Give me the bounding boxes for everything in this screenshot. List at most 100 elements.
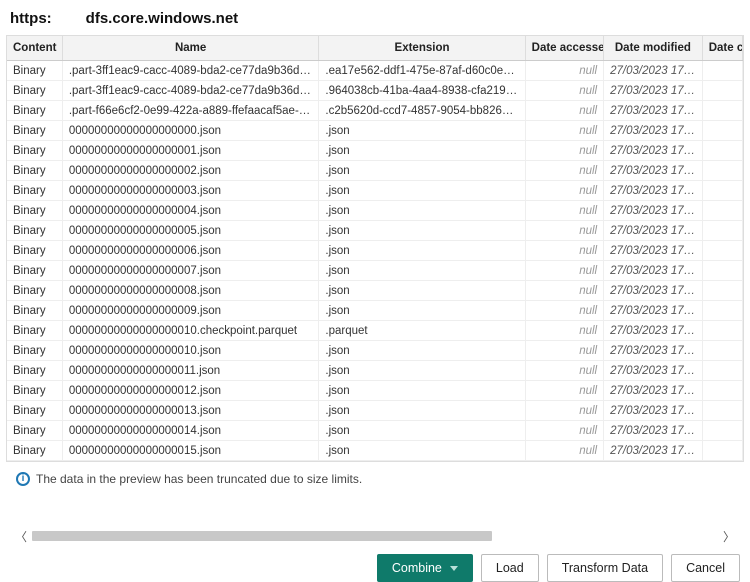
footer-buttons: Combine Load Transform Data Cancel — [6, 544, 744, 582]
cell-content: Binary — [7, 361, 62, 381]
scroll-left-button[interactable]: 〈 — [12, 528, 30, 544]
transform-data-button[interactable]: Transform Data — [547, 554, 663, 582]
cell-content: Binary — [7, 201, 62, 221]
cell-date-created — [702, 361, 742, 381]
cell-content: Binary — [7, 181, 62, 201]
cell-date-modified: 27/03/2023 17:19:54 — [604, 421, 703, 441]
cell-name: 00000000000000000011.json — [62, 361, 319, 381]
cell-content: Binary — [7, 101, 62, 121]
table-row[interactable]: Binary00000000000000000013.json.jsonnull… — [7, 401, 743, 421]
col-header-date-created[interactable]: Date c — [702, 36, 742, 61]
cell-date-accessed: null — [525, 321, 603, 341]
cell-name: 00000000000000000008.json — [62, 281, 319, 301]
cell-name: .part-f66e6cf2-0e99-422a-a889-ffefaacaf5… — [62, 101, 319, 121]
cell-name: 00000000000000000004.json — [62, 201, 319, 221]
cell-extension: .json — [319, 241, 525, 261]
cell-extension: .parquet — [319, 321, 525, 341]
cell-name: 00000000000000000013.json — [62, 401, 319, 421]
cell-content: Binary — [7, 381, 62, 401]
table-row[interactable]: Binary00000000000000000000.json.jsonnull… — [7, 121, 743, 141]
table-row[interactable]: Binary00000000000000000015.json.jsonnull… — [7, 441, 743, 461]
table-row[interactable]: Binary00000000000000000005.json.jsonnull… — [7, 221, 743, 241]
cell-name: 00000000000000000015.json — [62, 441, 319, 461]
cell-date-accessed: null — [525, 441, 603, 461]
info-icon: i — [16, 472, 30, 486]
chevron-down-icon — [450, 566, 458, 571]
table-row[interactable]: Binary.part-f66e6cf2-0e99-422a-a889-ffef… — [7, 101, 743, 121]
cell-content: Binary — [7, 421, 62, 441]
cell-date-created — [702, 81, 742, 101]
cell-content: Binary — [7, 281, 62, 301]
horizontal-scrollbar[interactable]: 〈 〉 — [12, 528, 738, 544]
cell-date-accessed: null — [525, 261, 603, 281]
cell-date-accessed: null — [525, 301, 603, 321]
table-header-row: Content Name Extension Date accessed Dat… — [7, 36, 743, 61]
cell-date-accessed: null — [525, 181, 603, 201]
cell-date-created — [702, 161, 742, 181]
table-row[interactable]: Binary00000000000000000009.json.jsonnull… — [7, 301, 743, 321]
col-header-date-modified[interactable]: Date modified — [604, 36, 703, 61]
table-row[interactable]: Binary00000000000000000008.json.jsonnull… — [7, 281, 743, 301]
cell-date-created — [702, 61, 742, 81]
cell-content: Binary — [7, 81, 62, 101]
cell-name: 00000000000000000000.json — [62, 121, 319, 141]
cell-date-accessed: null — [525, 381, 603, 401]
cell-date-modified: 27/03/2023 17:19:31 — [604, 181, 703, 201]
table-row[interactable]: Binary00000000000000000010.json.jsonnull… — [7, 341, 743, 361]
scroll-thumb[interactable] — [32, 531, 492, 541]
cell-name: 00000000000000000010.checkpoint.parquet — [62, 321, 319, 341]
cell-date-modified: 27/03/2023 17:19:39 — [604, 261, 703, 281]
cell-date-accessed: null — [525, 201, 603, 221]
cell-date-created — [702, 301, 742, 321]
cell-content: Binary — [7, 401, 62, 421]
col-header-name[interactable]: Name — [62, 36, 319, 61]
info-message-row: i The data in the preview has been trunc… — [6, 462, 744, 492]
url-host: dfs.core.windows.net — [86, 10, 239, 27]
cell-date-created — [702, 321, 742, 341]
cell-date-modified: 27/03/2023 17:19:33 — [604, 201, 703, 221]
url-protocol: https: — [10, 10, 52, 27]
cell-extension: .json — [319, 381, 525, 401]
table-row[interactable]: Binary.part-3ff1eac9-cacc-4089-bda2-ce77… — [7, 81, 743, 101]
cell-date-created — [702, 381, 742, 401]
cell-date-accessed: null — [525, 121, 603, 141]
cell-date-accessed: null — [525, 281, 603, 301]
cell-extension: .json — [319, 301, 525, 321]
cell-date-modified: 27/03/2023 17:23:36 — [604, 101, 703, 121]
table-row[interactable]: Binary00000000000000000007.json.jsonnull… — [7, 261, 743, 281]
cell-date-accessed: null — [525, 361, 603, 381]
load-button[interactable]: Load — [481, 554, 539, 582]
table-row[interactable]: Binary00000000000000000011.json.jsonnull… — [7, 361, 743, 381]
table-row[interactable]: Binary00000000000000000003.json.jsonnull… — [7, 181, 743, 201]
table-row[interactable]: Binary00000000000000000002.json.jsonnull… — [7, 161, 743, 181]
cell-date-accessed: null — [525, 161, 603, 181]
col-header-extension[interactable]: Extension — [319, 36, 525, 61]
scroll-right-button[interactable]: 〉 — [720, 528, 738, 544]
cell-extension: .json — [319, 121, 525, 141]
cell-name: 00000000000000000002.json — [62, 161, 319, 181]
cell-date-modified: 27/03/2023 17:21:26 — [604, 81, 703, 101]
source-url: https: dfs.core.windows.net — [6, 6, 744, 35]
cancel-button[interactable]: Cancel — [671, 554, 740, 582]
col-header-content[interactable]: Content — [7, 36, 62, 61]
table-row[interactable]: Binary.part-3ff1eac9-cacc-4089-bda2-ce77… — [7, 61, 743, 81]
cell-content: Binary — [7, 301, 62, 321]
cell-date-modified: 27/03/2023 17:19:37 — [604, 241, 703, 261]
cell-date-created — [702, 441, 742, 461]
cell-date-created — [702, 181, 742, 201]
table-row[interactable]: Binary00000000000000000012.json.jsonnull… — [7, 381, 743, 401]
table-row[interactable]: Binary00000000000000000014.json.jsonnull… — [7, 421, 743, 441]
preview-table: Content Name Extension Date accessed Dat… — [7, 36, 743, 461]
table-row[interactable]: Binary00000000000000000001.json.jsonnull… — [7, 141, 743, 161]
combine-button[interactable]: Combine — [377, 554, 473, 582]
table-row[interactable]: Binary00000000000000000004.json.jsonnull… — [7, 201, 743, 221]
col-header-date-accessed[interactable]: Date accessed — [525, 36, 603, 61]
cell-extension: .json — [319, 441, 525, 461]
cell-content: Binary — [7, 241, 62, 261]
cell-content: Binary — [7, 341, 62, 361]
table-row[interactable]: Binary00000000000000000010.checkpoint.pa… — [7, 321, 743, 341]
cell-name: 00000000000000000005.json — [62, 221, 319, 241]
cell-date-modified: 27/03/2023 17:19:41 — [604, 281, 703, 301]
table-row[interactable]: Binary00000000000000000006.json.jsonnull… — [7, 241, 743, 261]
cell-date-created — [702, 261, 742, 281]
